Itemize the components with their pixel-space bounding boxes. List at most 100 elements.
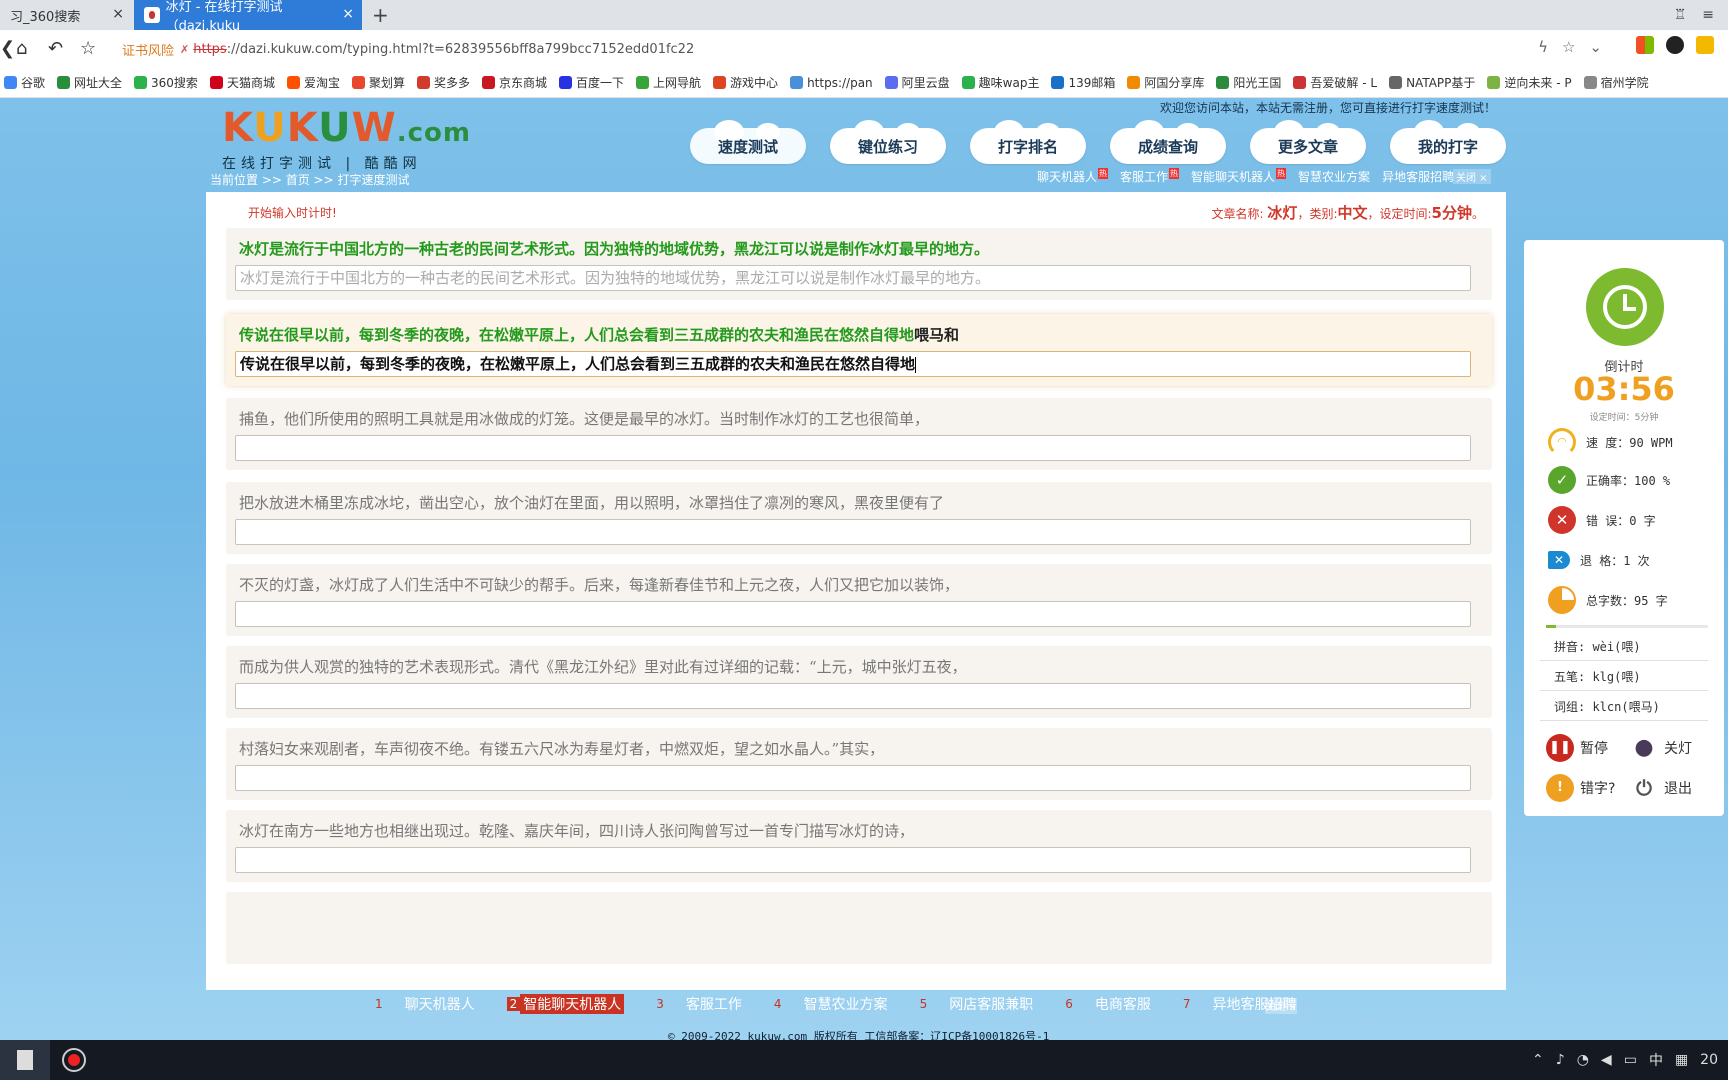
extension-icon[interactable] — [1666, 36, 1684, 54]
article-category: 中文 — [1337, 204, 1368, 222]
bookmarks-bar: 谷歌 网址大全 360搜索 天猫商城 爱淘宝 聚划算 奖多多 京东商城 百度一下… — [0, 68, 1728, 98]
volume-icon[interactable]: ◀ — [1601, 1052, 1612, 1068]
os-taskbar: ⌃ ♪ ◔ ◀ ▭ 中 ▦ 20 — [0, 1040, 1728, 1080]
bookmark-item[interactable]: 360搜索 — [134, 74, 198, 91]
footer-link[interactable]: 6 电商客服 — [1065, 994, 1151, 1014]
footer-link[interactable]: 5 网店客服兼职 — [920, 994, 1034, 1014]
set-time: 5分钟 — [1431, 204, 1472, 222]
start-hint: 开始输入时计时! — [248, 206, 337, 220]
tab-typing[interactable]: 冰灯 - 在线打字测试（dazi.kuku × — [134, 0, 362, 34]
home-icon[interactable]: ⌂ — [16, 38, 27, 59]
window-controls: ♖ ≡ — [1674, 0, 1728, 30]
bookmark-icon — [713, 76, 727, 89]
typing-row: 村落妇女来观剧者，车声彻夜不绝。有镂五六尺冰为寿星灯者，中燃双炬，望之如水晶人。… — [226, 728, 1492, 800]
cert-warning[interactable]: 证书风险 — [122, 40, 174, 59]
bookmark-item[interactable]: 谷歌 — [4, 74, 45, 91]
bookmark-item[interactable]: 吾爱破解 - L — [1293, 74, 1377, 91]
ad-link[interactable]: 聊天机器人热 — [1037, 168, 1109, 185]
ime-indicator[interactable]: 中 — [1649, 1050, 1663, 1070]
tab-search[interactable]: 习_360搜索 × — [0, 0, 132, 30]
lightning-icon[interactable]: ϟ — [1538, 38, 1548, 56]
footer-link[interactable]: 4 智慧农业方案 — [774, 994, 888, 1014]
nav-speed-test[interactable]: 速度测试 — [690, 120, 806, 164]
nav-key-practice[interactable]: 键位练习 — [830, 120, 946, 164]
clock-text[interactable]: 20 — [1700, 1052, 1718, 1068]
exit-button[interactable]: ⏻ 退出 — [1630, 774, 1692, 802]
footer-link[interactable]: 3 客服工作 — [656, 994, 742, 1014]
typing-input[interactable]: 冰灯是流行于中国北方的一种古老的民间艺术形式。因为独特的地域优势，黑龙江可以说是… — [235, 265, 1471, 291]
breadcrumb[interactable]: 当前位置 >> 首页 >> 打字速度测试 — [210, 171, 409, 188]
menu-icon[interactable]: ≡ — [1702, 7, 1714, 23]
source-line: 冰灯在南方一些地方也相继出现过。乾隆、嘉庆年间，四川诗人张问陶曾写过一首专门描写… — [239, 822, 915, 840]
bookmark-item[interactable]: 游戏中心 — [713, 74, 778, 91]
favorite-star-icon[interactable]: ☆ — [1562, 38, 1575, 56]
grid-icon[interactable]: ▦ — [1675, 1052, 1688, 1068]
nav-more-articles[interactable]: 更多文章 — [1250, 120, 1366, 164]
bulb-icon: ● — [1630, 734, 1658, 762]
source-line: 传说在很早以前，每到冬季的夜晚，在松嫩平原上，人们总会看到三五成群的农夫和渔民在… — [239, 326, 960, 344]
bookmark-item[interactable]: 139邮箱 — [1051, 74, 1115, 91]
divider — [1540, 720, 1708, 721]
footer-link[interactable]: 1 聊天机器人 — [375, 994, 475, 1014]
ad-link[interactable]: 智慧农业方案 — [1298, 168, 1370, 185]
nav-my-typing[interactable]: 我的打字 — [1390, 120, 1506, 164]
ad-close-button[interactable]: 关闭 × — [1453, 169, 1491, 184]
system-tray: ⌃ ♪ ◔ ◀ ▭ 中 ▦ 20 — [1532, 1050, 1718, 1070]
bookmark-item[interactable]: 百度一下 — [559, 74, 624, 91]
footer-ad-close-button[interactable]: 关闭 × — [1265, 998, 1297, 1014]
new-tab-icon[interactable]: + — [372, 3, 389, 27]
back-icon[interactable]: ❮ — [0, 38, 15, 59]
site-logo[interactable]: KUKUW.com 在线打字测试 | 酷酷网 — [222, 108, 470, 172]
battery-icon[interactable]: ▭ — [1624, 1052, 1637, 1068]
undo-icon[interactable]: ↶ — [48, 38, 63, 59]
typing-input[interactable] — [235, 683, 1471, 709]
record-icon[interactable] — [62, 1048, 86, 1072]
close-icon[interactable]: × — [112, 6, 124, 22]
extension-icon[interactable] — [1696, 36, 1714, 54]
bookmark-item[interactable]: 奖多多 — [416, 74, 470, 91]
nav-ranking[interactable]: 打字排名 — [970, 120, 1086, 164]
taskbar-app-file[interactable] — [0, 1040, 50, 1080]
typing-input[interactable] — [235, 765, 1471, 791]
bookmark-icon — [57, 76, 71, 89]
report-typo-button[interactable]: ! 错字? — [1546, 774, 1615, 802]
bookmark-item[interactable]: 趣味wap主 — [961, 74, 1039, 91]
bookmark-item[interactable]: 网址大全 — [57, 74, 122, 91]
progress-fill — [1546, 625, 1556, 628]
bookmark-item[interactable]: 爱淘宝 — [286, 74, 340, 91]
url-input[interactable]: 证书风险 ✗ https ://dazi.kukuw.com/typing.ht… — [122, 36, 1612, 62]
ad-link[interactable]: 异地客服招聘 — [1382, 168, 1454, 185]
windows-apps-icon[interactable] — [1636, 36, 1654, 54]
typing-input[interactable] — [235, 847, 1471, 873]
bookmark-item[interactable]: 阳光王国 — [1216, 74, 1281, 91]
footer-link[interactable]: 2 智能聊天机器人 — [506, 994, 625, 1014]
bookmark-item[interactable]: 阿里云盘 — [884, 74, 950, 91]
nav-score-query[interactable]: 成绩查询 — [1110, 120, 1226, 164]
bookmark-item[interactable]: 京东商城 — [482, 74, 547, 91]
ad-link[interactable]: 客服工作热 — [1120, 168, 1180, 185]
typing-input[interactable] — [235, 519, 1471, 545]
typing-input[interactable]: 传说在很早以前，每到冬季的夜晚，在松嫩平原上，人们总会看到三五成群的农夫和渔民在… — [235, 351, 1471, 377]
bookmark-item[interactable]: 聚划算 — [351, 74, 405, 91]
bookmark-item[interactable]: 逆向未来 - P — [1487, 74, 1572, 91]
microphone-icon[interactable]: ♪ — [1556, 1052, 1565, 1068]
chevron-up-icon[interactable]: ⌃ — [1532, 1052, 1544, 1068]
typing-input[interactable] — [235, 601, 1471, 627]
close-icon[interactable]: × — [342, 6, 354, 22]
bookmark-item[interactable]: 宿州学院 — [1583, 74, 1649, 91]
bookmark-item[interactable]: https://pan — [790, 76, 873, 90]
ad-link[interactable]: 智能聊天机器人热 — [1191, 168, 1287, 185]
bookmark-item[interactable]: 天猫商城 — [209, 74, 275, 91]
bookmark-item[interactable]: 上网导航 — [636, 74, 701, 91]
pause-button[interactable]: ❚❚ 暂停 — [1546, 734, 1608, 762]
shirt-icon[interactable]: ♖ — [1674, 7, 1687, 23]
bookmark-item[interactable]: 阿国分享库 — [1127, 74, 1204, 91]
chevron-down-icon[interactable]: ⌄ — [1589, 38, 1602, 56]
pinyin-hint: 拼音: wèi(喂) — [1554, 640, 1641, 654]
typing-input[interactable] — [235, 435, 1471, 461]
wifi-icon[interactable]: ◔ — [1577, 1052, 1589, 1068]
bookmark-item[interactable]: NATAPP基于 — [1389, 74, 1475, 91]
light-off-button[interactable]: ● 关灯 — [1630, 734, 1692, 762]
document-icon — [17, 1050, 33, 1070]
bookmark-star-icon[interactable]: ☆ — [80, 38, 96, 59]
